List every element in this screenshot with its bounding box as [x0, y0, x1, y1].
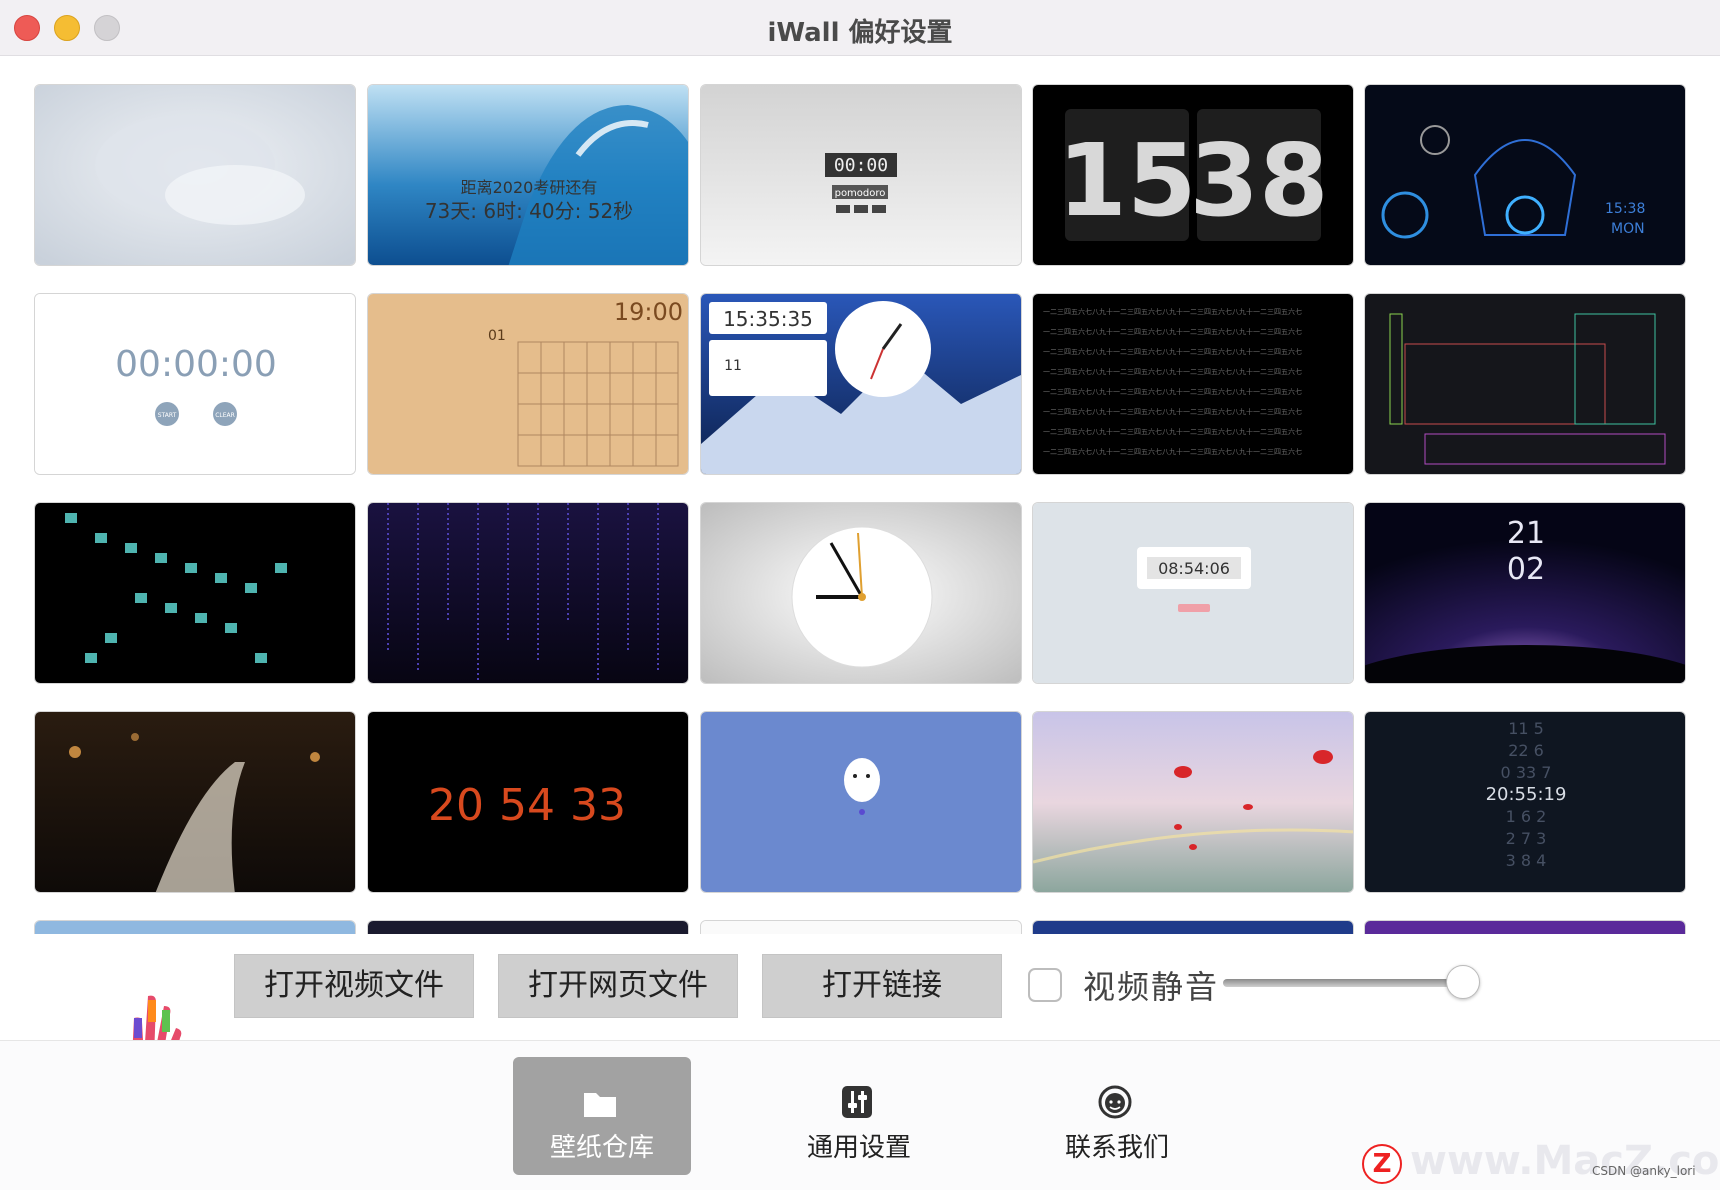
svg-text:一二三四五六七八九十一二三四五六七八九十一二三四五六七八九十: 一二三四五六七八九十一二三四五六七八九十一二三四五六七八九十一二三四五六七	[1043, 347, 1302, 356]
flip-minutes: 38	[1189, 122, 1328, 239]
watermark-badge: Z	[1362, 1144, 1402, 1184]
window-title: iWall 偏好设置	[767, 18, 953, 48]
video-mute-label: 视频静音	[1083, 968, 1220, 1006]
pomodoro-clock: 00:00	[834, 155, 888, 176]
stopwatch-clear: CLEAR	[215, 412, 235, 419]
svg-text:一二三四五六七八九十一二三四五六七八九十一二三四五六七八九十: 一二三四五六七八九十一二三四五六七八九十一二三四五六七八九十一二三四五六七	[1043, 307, 1302, 316]
svg-text:11 5: 11 5	[1508, 719, 1544, 738]
wallpaper-thumb-flip-clock[interactable]: 15 38	[1032, 84, 1354, 266]
volume-slider[interactable]	[1223, 979, 1463, 987]
wallpaper-thumb-highway-lights[interactable]	[34, 711, 356, 893]
tab-general-settings-label: 通用设置	[806, 1133, 911, 1163]
svg-text:3 8 4: 3 8 4	[1506, 851, 1547, 870]
wallpaper-thumb-rolling-digits[interactable]: 11 5 22 6 0 33 7 1 6 2 2 7 3 3 8 4 20:55:19	[1364, 711, 1686, 893]
svg-text:一二三四五六七八九十一二三四五六七八九十一二三四五六七八九十: 一二三四五六七八九十一二三四五六七八九十一二三四五六七八九十一二三四五六七	[1043, 447, 1302, 456]
countdown-title: 距离2020考研还有	[461, 178, 598, 197]
wallpaper-thumb-matrix-rain[interactable]	[367, 502, 689, 684]
countdown-value: 73天: 6时: 40分: 52秒	[425, 199, 633, 223]
night-hour: 21	[1507, 516, 1545, 551]
snow-clock-day: 11	[724, 358, 742, 374]
title-bar: iWall 偏好设置	[0, 0, 1720, 56]
open-link-button[interactable]: 打开链接	[762, 954, 1002, 1018]
volume-slider-knob[interactable]	[1446, 965, 1480, 999]
wallpaper-thumb-nixie-clock[interactable]: 20 54 33	[367, 711, 689, 893]
pomodoro-label: pomodoro	[835, 188, 886, 199]
wallpaper-thumb-text-clock[interactable]: 一二三四五六七八九十一二三四五六七八九十一二三四五六七八九十一二三四五六七 一二…	[1032, 293, 1354, 475]
svg-text:一二三四五六七八九十一二三四五六七八九十一二三四五六七八九十: 一二三四五六七八九十一二三四五六七八九十一二三四五六七八九十一二三四五六七	[1043, 407, 1302, 416]
tab-wallpaper-library[interactable]: 壁纸仓库	[513, 1057, 691, 1175]
svg-text:0 33 7: 0 33 7	[1501, 763, 1552, 782]
svg-text:2 7 3: 2 7 3	[1506, 829, 1547, 848]
svg-text:22 6: 22 6	[1508, 741, 1544, 760]
nixie-minutes: 54	[499, 780, 555, 831]
tab-general-settings[interactable]: 通用设置	[770, 1057, 948, 1175]
wallpaper-thumb-iron-man[interactable]: 15:38 MON	[1364, 84, 1686, 266]
folder-icon	[584, 1093, 616, 1117]
wallpaper-thumb-snow-mountain-clock[interactable]: 15:35:35 11	[700, 293, 1022, 475]
night-minute: 02	[1507, 552, 1545, 587]
calendar-time: 19:00	[614, 298, 683, 326]
ironman-day: MON	[1611, 221, 1645, 237]
digital-light-time: 08:54:06	[1158, 559, 1230, 578]
tab-contact-us[interactable]: 联系我们	[1028, 1057, 1206, 1175]
svg-text:一二三四五六七八九十一二三四五六七八九十一二三四五六七八九十: 一二三四五六七八九十一二三四五六七八九十一二三四五六七八九十一二三四五六七	[1043, 327, 1302, 336]
tab-wallpaper-library-label: 壁纸仓库	[549, 1133, 654, 1163]
rolling-time: 20:55:19	[1486, 784, 1567, 805]
wallpaper-thumb-row5-4[interactable]	[1032, 920, 1354, 934]
wallpaper-thumb-calendar[interactable]: 19:00 01	[367, 293, 689, 475]
wallpaper-thumb-butterflies[interactable]	[1032, 711, 1354, 893]
video-mute-checkbox[interactable]	[1028, 968, 1062, 1002]
tab-contact-us-label: 联系我们	[1064, 1133, 1169, 1163]
svg-text:1 6 2: 1 6 2	[1506, 807, 1547, 826]
nixie-hours: 20	[428, 780, 484, 831]
wallpaper-thumb-pomodoro[interactable]: 00:00 pomodoro	[700, 84, 1022, 266]
wallpaper-thumb-cartoon-dog[interactable]	[700, 711, 1022, 893]
wallpaper-thumb-digital-clock-light[interactable]: 08:54:06	[1032, 502, 1354, 684]
wallpaper-thumb-row5-5[interactable]	[1364, 920, 1686, 934]
snow-clock-time: 15:35:35	[723, 307, 813, 331]
wallpaper-thumb-stopwatch[interactable]: 00:00:00 START CLEAR	[34, 293, 356, 475]
wallpaper-thumb-row5-3[interactable]	[700, 920, 1022, 934]
wallpaper-thumb-row5-1[interactable]	[34, 920, 356, 934]
stopwatch-start: START	[158, 412, 177, 419]
stopwatch-time: 00:00:00	[115, 344, 277, 385]
credit-text: CSDN @anky_lori	[1592, 1164, 1696, 1178]
wallpaper-thumb-row5-2[interactable]	[367, 920, 689, 934]
wallpaper-thumb-clouds[interactable]	[34, 84, 356, 266]
svg-text:一二三四五六七八九十一二三四五六七八九十一二三四五六七八九十: 一二三四五六七八九十一二三四五六七八九十一二三四五六七八九十一二三四五六七	[1043, 387, 1302, 396]
nixie-seconds: 33	[570, 780, 626, 831]
wallpaper-thumb-analog-clock[interactable]	[700, 502, 1022, 684]
wallpaper-grid[interactable]: 距离2020考研还有 73天: 6时: 40分: 52秒 00:00 pomod…	[0, 56, 1720, 934]
wallpaper-thumb-wave-countdown[interactable]: 距离2020考研还有 73天: 6时: 40分: 52秒	[367, 84, 689, 266]
wallpaper-thumb-periodic-table[interactable]	[1364, 293, 1686, 475]
open-web-file-button[interactable]: 打开网页文件	[498, 954, 738, 1018]
ironman-time: 15:38	[1605, 201, 1645, 217]
open-video-file-button[interactable]: 打开视频文件	[234, 954, 474, 1018]
wallpaper-thumb-night-sky[interactable]: 21 02	[1364, 502, 1686, 684]
calendar-day: 01	[488, 328, 506, 344]
svg-text:一二三四五六七八九十一二三四五六七八九十一二三四五六七八九十: 一二三四五六七八九十一二三四五六七八九十一二三四五六七八九十一二三四五六七	[1043, 427, 1302, 436]
wallpaper-thumb-tetris-tiles[interactable]	[34, 502, 356, 684]
sliders-icon	[842, 1086, 872, 1118]
svg-text:一二三四五六七八九十一二三四五六七八九十一二三四五六七八九十: 一二三四五六七八九十一二三四五六七八九十一二三四五六七八九十一二三四五六七	[1043, 367, 1302, 376]
support-agent-icon	[1098, 1085, 1132, 1119]
flip-hours: 15	[1057, 122, 1196, 239]
